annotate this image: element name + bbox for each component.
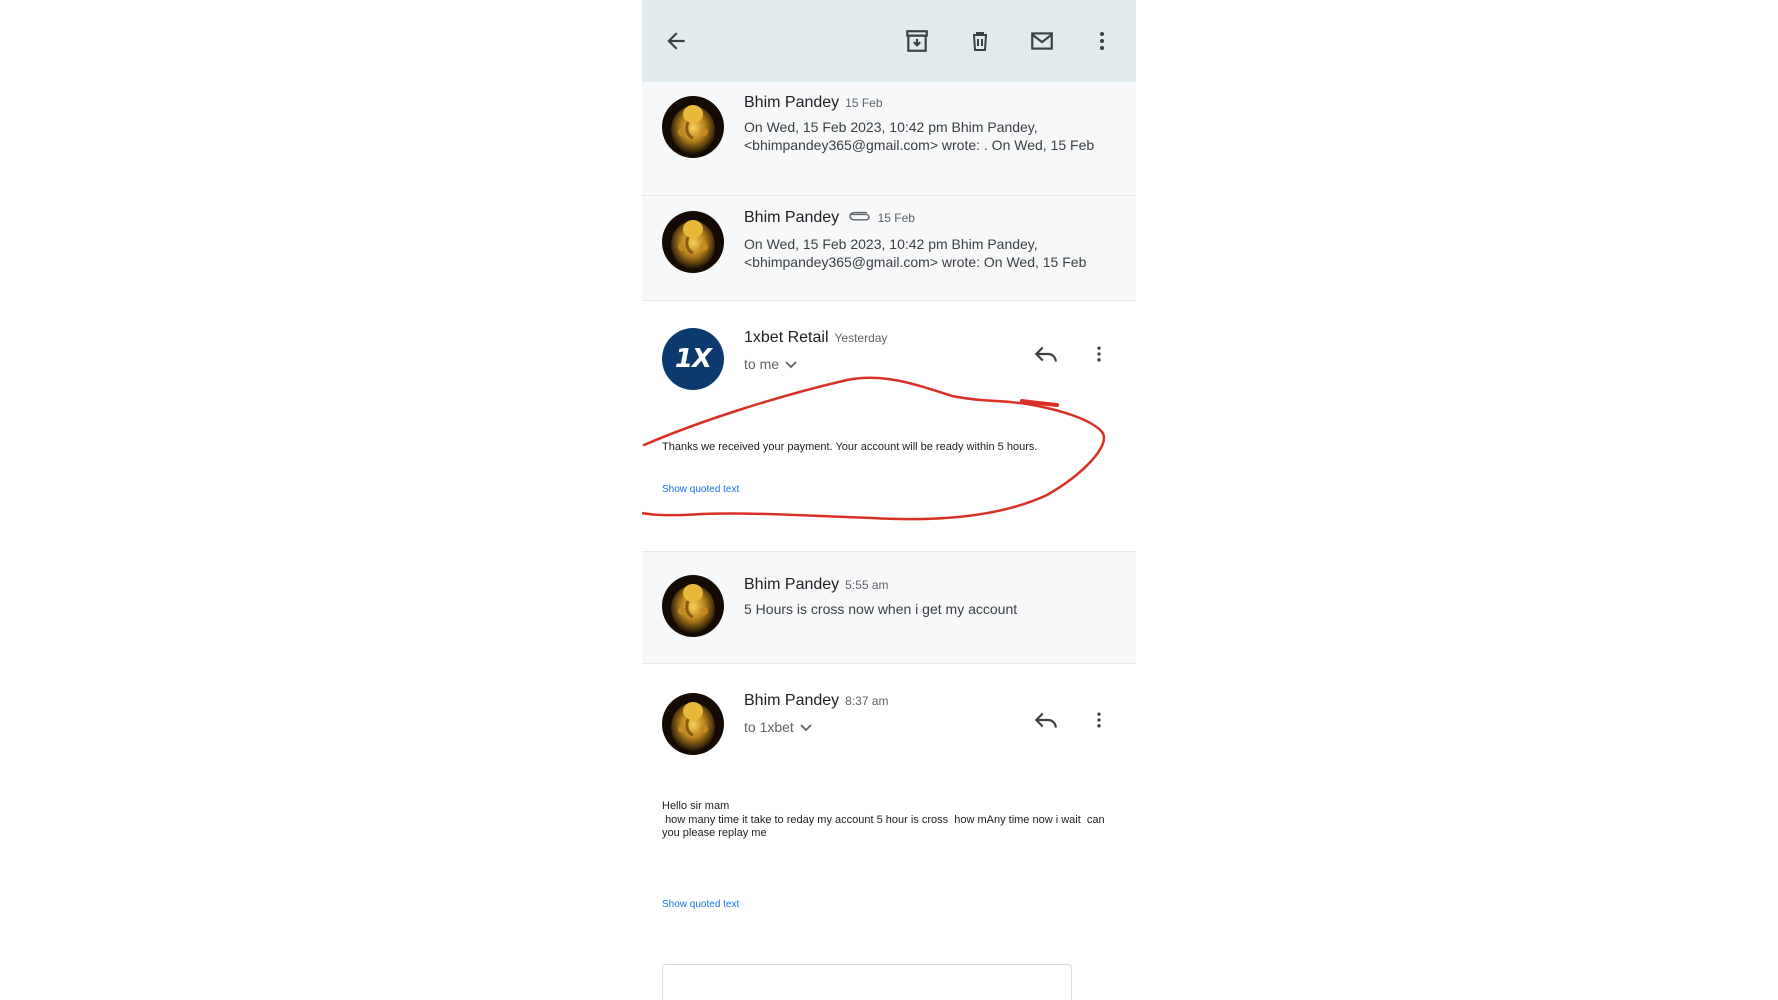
message-expanded: Bhim Pandey 8:37 am to 1xbet Hello sir ma… (642, 664, 1136, 1000)
message-date: 5:55 am (845, 578, 889, 592)
message-snippet: On Wed, 15 Feb 2023, 10:42 pm Bhim Pande… (744, 236, 1087, 270)
avatar (662, 211, 724, 273)
top-toolbar (642, 0, 1136, 82)
reply-icon[interactable] (1031, 339, 1061, 369)
sender-name: Bhim Pandey (744, 692, 840, 709)
chevron-down-icon (800, 719, 812, 735)
show-quoted-text-link[interactable]: Show quoted text (662, 899, 739, 910)
message-body: Thanks we received your payment. Your ac… (662, 441, 1038, 453)
reply-icon[interactable] (1031, 705, 1061, 735)
show-quoted-text-link[interactable]: Show quoted text (662, 484, 739, 495)
recipient-toggle[interactable]: to 1xbet (744, 719, 812, 735)
message-date: Yesterday (834, 331, 888, 345)
email-thread-screen: Bhim Pandey 15 Feb On Wed, 15 Feb 2023, 1… (642, 0, 1136, 1000)
message-body: Hello sir mam how many time it take to r… (662, 800, 1105, 839)
sender-name: Bhim Pandey (744, 209, 840, 227)
message-snippet: On Wed, 15 Feb 2023, 10:42 pm Bhim Pande… (744, 119, 1095, 153)
archive-icon[interactable] (901, 25, 933, 57)
xbet-logo-avatar: 1X (662, 328, 724, 390)
message-collapsed[interactable]: Bhim Pandey 15 Feb On Wed, 15 Feb 2023, 1… (642, 82, 1136, 196)
reply-compose-box[interactable] (662, 964, 1072, 1000)
message-date: 15 Feb (845, 96, 883, 110)
sender-name: Bhim Pandey (744, 94, 840, 111)
recipient-toggle[interactable]: to me (744, 356, 797, 372)
sender-name: 1xbet Retail (744, 329, 829, 346)
paperclip-icon (848, 209, 872, 227)
more-vert-icon[interactable] (1084, 705, 1114, 735)
message-date: 15 Feb (877, 211, 915, 226)
message-collapsed[interactable]: Bhim Pandey 5:55 am 5 Hours is cross now … (642, 552, 1136, 664)
avatar (662, 693, 724, 755)
recipient-label: to 1xbet (744, 719, 794, 735)
message-expanded: 1X 1xbet Retail Yesterday to me Thanks we… (642, 301, 1136, 552)
message-collapsed[interactable]: Bhim Pandey 15 Feb On Wed, 15 Feb 2023, … (642, 196, 1136, 301)
chevron-down-icon (785, 356, 797, 372)
more-vert-icon[interactable] (1084, 339, 1114, 369)
avatar (662, 96, 724, 158)
message-date: 8:37 am (845, 694, 889, 708)
sender-name: Bhim Pandey (744, 576, 840, 593)
avatar (662, 575, 724, 637)
more-vert-icon[interactable] (1086, 25, 1118, 57)
mail-icon[interactable] (1026, 25, 1058, 57)
trash-icon[interactable] (964, 25, 996, 57)
recipient-label: to me (744, 356, 780, 372)
message-snippet: 5 Hours is cross now when i get my accou… (744, 601, 1018, 617)
arrow-left-icon[interactable] (660, 25, 692, 57)
